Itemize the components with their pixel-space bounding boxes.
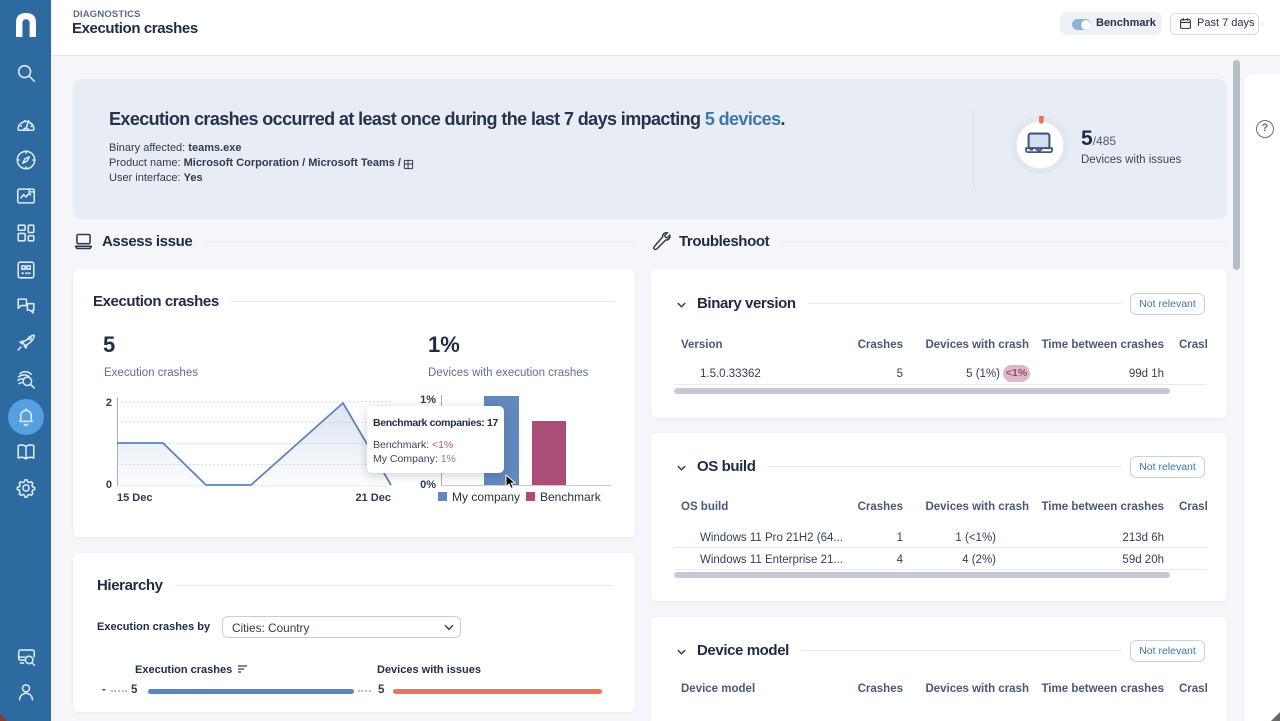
svg-text:My company: My company [452,490,520,504]
svg-text:15 Dec: 15 Dec [117,492,152,504]
svg-text:2: 2 [106,397,112,409]
svg-text:1%: 1% [420,394,436,406]
svg-text:0: 0 [106,479,112,491]
svg-text:Benchmark: Benchmark [540,490,602,504]
svg-text:21 Dec: 21 Dec [356,492,391,504]
svg-text:0%: 0% [420,479,436,491]
